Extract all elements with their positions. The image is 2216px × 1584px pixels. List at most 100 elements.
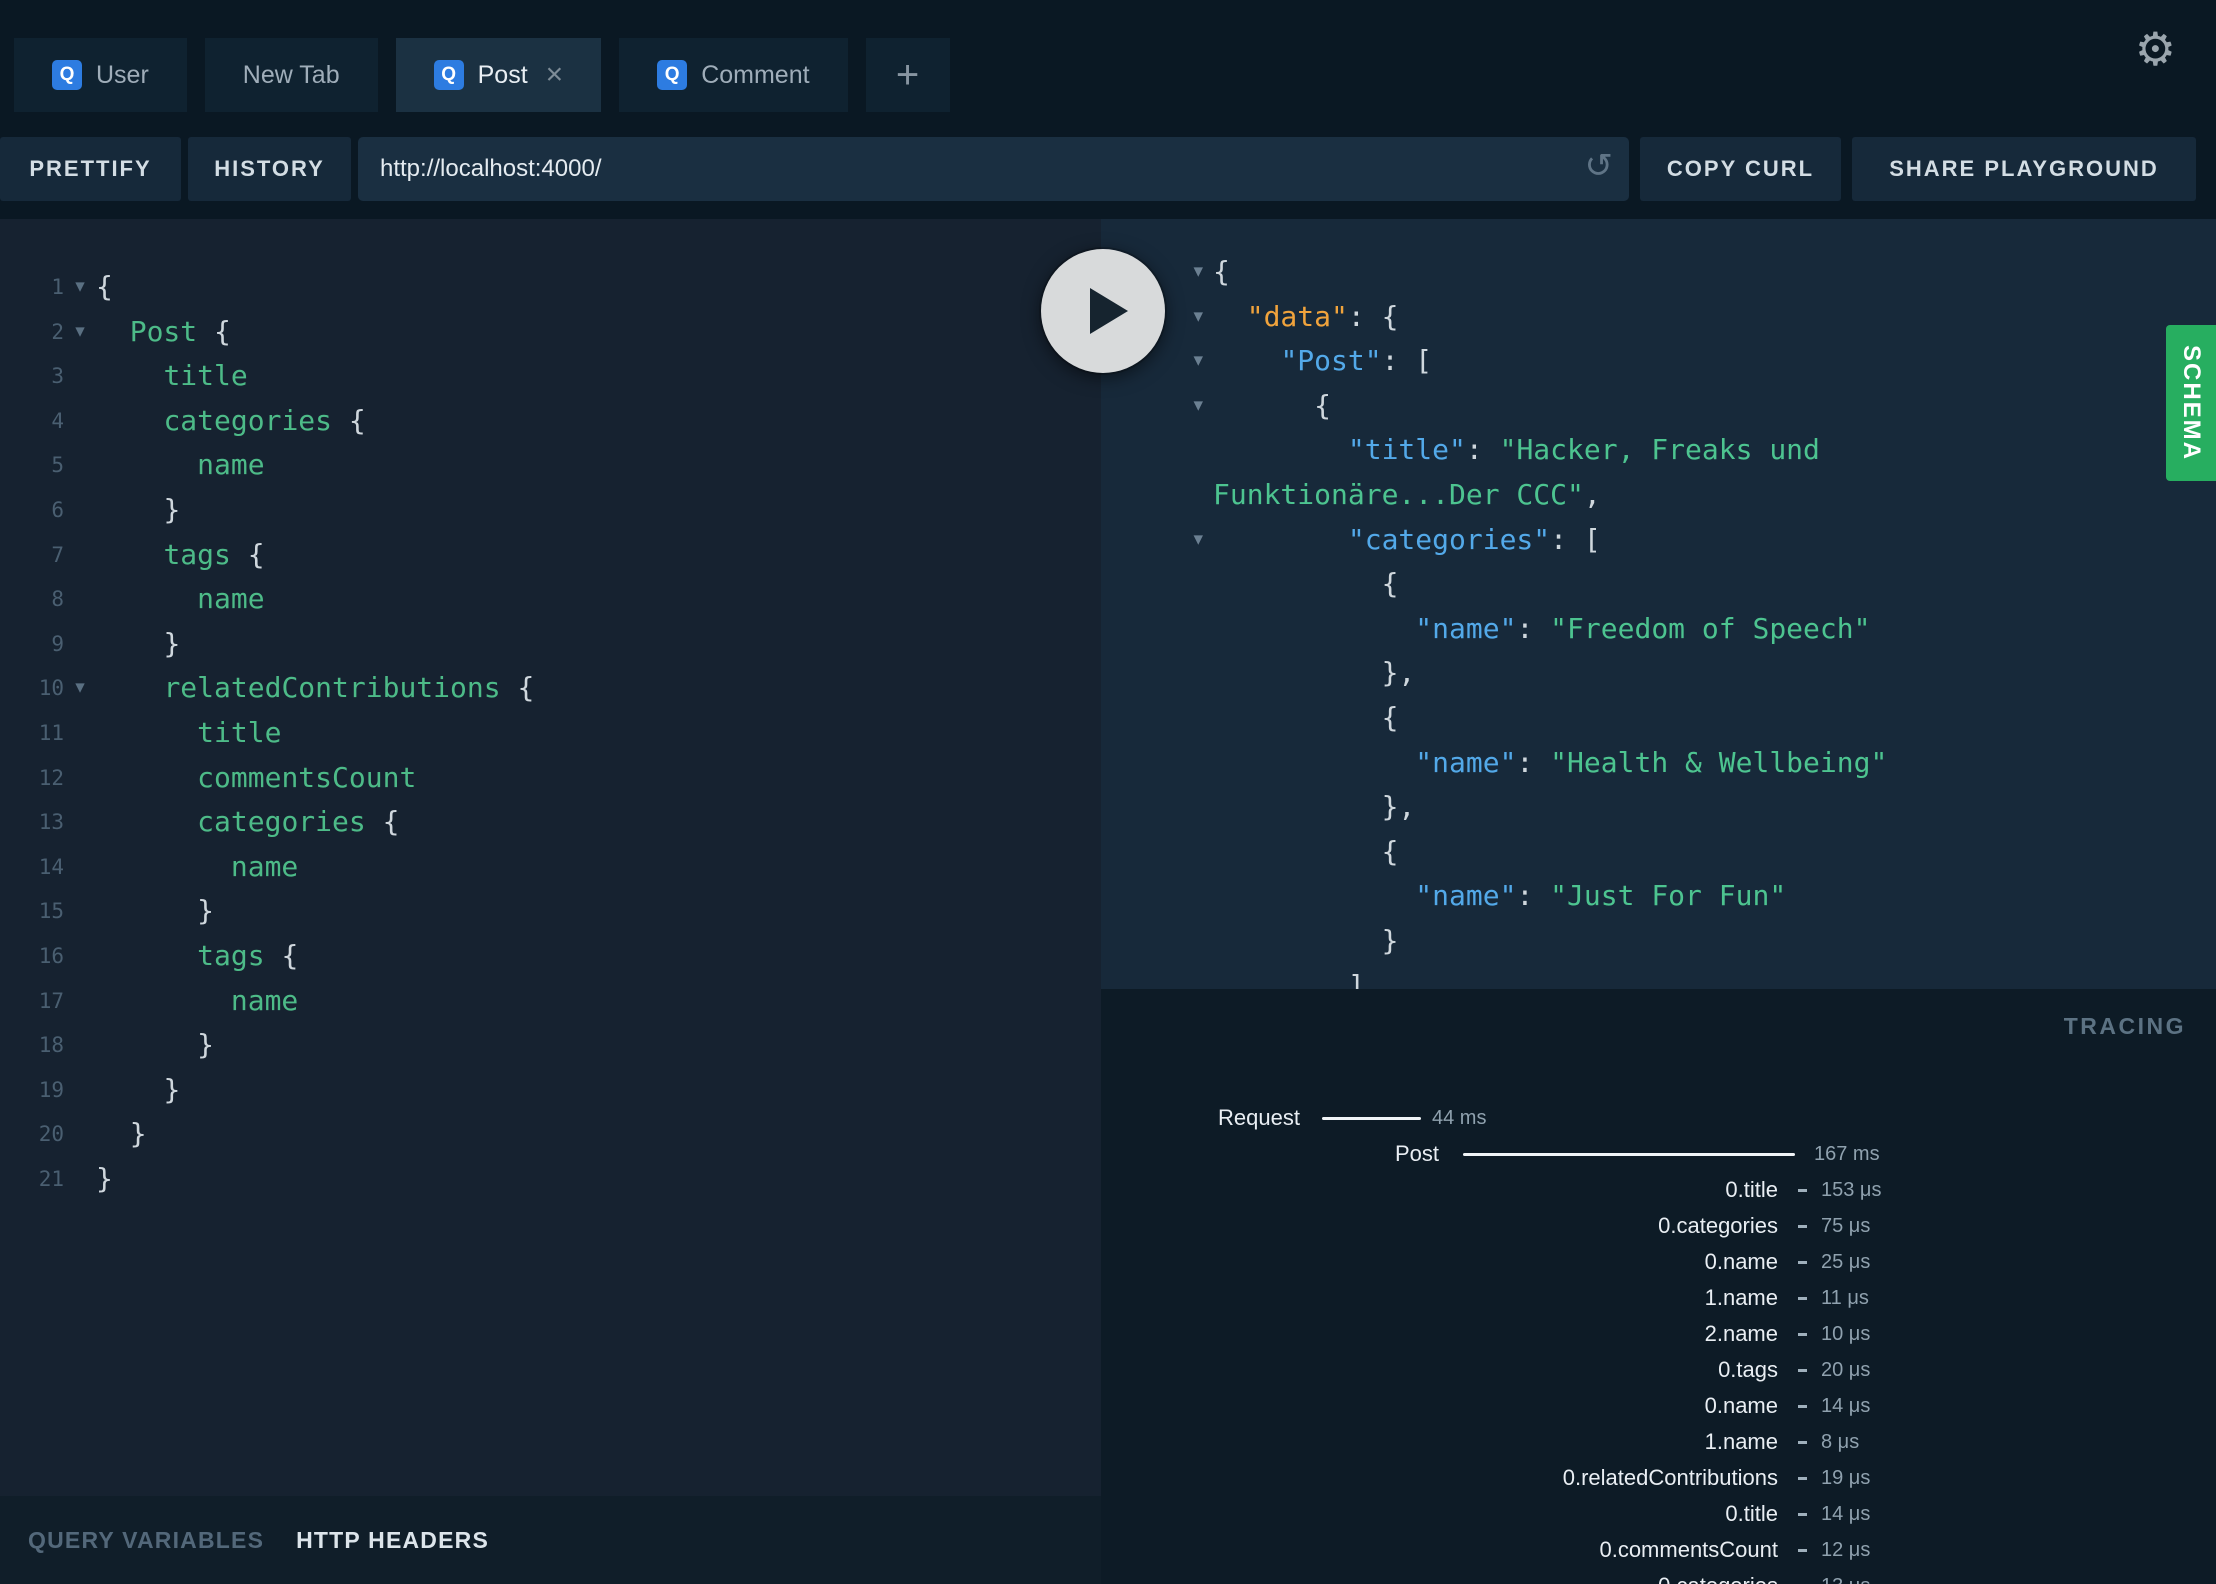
query-line: 20 } bbox=[0, 1112, 1101, 1157]
toolbar: PRETTIFY HISTORY ↺ COPY CURL SHARE PLAYG… bbox=[0, 137, 2216, 201]
tab-label: User bbox=[96, 60, 149, 89]
query-line: 6 } bbox=[0, 488, 1101, 533]
tracing-time: 20 μs bbox=[1821, 1358, 1871, 1381]
code-text: name bbox=[96, 845, 298, 890]
fold-arrow-icon[interactable]: ▾ bbox=[64, 666, 96, 711]
code-token: { bbox=[1381, 834, 1399, 868]
tab-label: Comment bbox=[701, 60, 810, 89]
execute-query-button[interactable] bbox=[1041, 249, 1165, 373]
code-text: "categories": [ bbox=[1213, 518, 1601, 563]
tracing-time: 167 ms bbox=[1814, 1142, 1880, 1165]
collapse-arrow-icon[interactable]: ▾ bbox=[1101, 518, 1213, 563]
tab-comment[interactable]: Q Comment bbox=[619, 38, 848, 112]
code-text: } bbox=[96, 622, 180, 667]
copy-curl-button[interactable]: COPY CURL bbox=[1640, 137, 1841, 201]
query-line: 21} bbox=[0, 1157, 1101, 1202]
tab-bar: Q User New Tab Q Post × Q Comment + bbox=[14, 38, 950, 112]
settings-gear-icon[interactable]: ⚙ bbox=[2135, 26, 2176, 72]
code-token: { bbox=[1381, 700, 1399, 734]
code-text: } bbox=[96, 1112, 147, 1157]
tracing-row: 0.name 14 μs bbox=[1101, 1388, 2216, 1424]
tracing-dash bbox=[1798, 1260, 1807, 1264]
line-number: 21 bbox=[38, 1166, 64, 1191]
add-tab-button[interactable]: + bbox=[865, 38, 950, 112]
endpoint-url-box: ↺ bbox=[358, 137, 1629, 201]
query-line: 4 categories { bbox=[0, 399, 1101, 444]
fold-arrow-icon[interactable]: ▾ bbox=[64, 265, 96, 310]
code-token: name bbox=[230, 983, 299, 1017]
tracing-row: 1.name 8 μs bbox=[1101, 1424, 2216, 1460]
code-token: { bbox=[1381, 567, 1399, 601]
response-line: } bbox=[1101, 919, 2216, 964]
line-number: 15 bbox=[38, 899, 64, 924]
collapse-arrow-icon bbox=[1101, 428, 1213, 473]
code-token: } bbox=[96, 1161, 113, 1195]
tracing-label: 0.name bbox=[1704, 1249, 1778, 1274]
code-token: : { bbox=[1347, 299, 1399, 333]
code-token: , bbox=[1583, 477, 1601, 511]
response-line: { bbox=[1101, 830, 2216, 875]
response-line: "name": "Freedom of Speech" bbox=[1101, 607, 2216, 652]
code-token: }, bbox=[1381, 790, 1416, 824]
response-line: ▾ { bbox=[1101, 384, 2216, 429]
prettify-button[interactable]: PRETTIFY bbox=[0, 137, 181, 201]
line-number: 13 bbox=[38, 810, 64, 835]
code-text: name bbox=[96, 577, 264, 622]
code-token: { bbox=[230, 537, 265, 571]
schema-side-tab[interactable]: SCHEMA bbox=[2166, 325, 2216, 481]
collapse-arrow-icon bbox=[1101, 607, 1213, 652]
response-line: ▾{ bbox=[1101, 250, 2216, 295]
endpoint-url-input[interactable] bbox=[358, 155, 1629, 183]
tracing-row: Request 44 ms bbox=[1101, 1100, 2216, 1136]
http-headers-tab[interactable]: HTTP HEADERS bbox=[296, 1527, 489, 1554]
code-text: } bbox=[96, 488, 180, 533]
code-token: "title" bbox=[1347, 433, 1466, 467]
line-number: 16 bbox=[38, 943, 64, 968]
code-token: name bbox=[197, 448, 265, 482]
play-icon bbox=[1090, 288, 1128, 334]
fold-arrow-icon bbox=[64, 622, 96, 667]
code-token: name bbox=[230, 849, 299, 883]
tab-new-tab[interactable]: New Tab bbox=[204, 38, 378, 112]
history-button[interactable]: HISTORY bbox=[188, 137, 351, 201]
query-variables-tab[interactable]: QUERY VARIABLES bbox=[28, 1527, 264, 1554]
code-token: } bbox=[197, 1028, 215, 1062]
query-line: 2 ▾ Post { bbox=[0, 310, 1101, 355]
tracing-time: 14 μs bbox=[1821, 1502, 1871, 1525]
code-token: "Post" bbox=[1280, 344, 1382, 378]
tab-label: Post bbox=[477, 60, 528, 89]
tracing-label: 0.title bbox=[1725, 1177, 1778, 1202]
tracing-time: 14 μs bbox=[1821, 1394, 1871, 1417]
fold-arrow-icon bbox=[64, 354, 96, 399]
code-token: "data" bbox=[1246, 299, 1348, 333]
fold-arrow-icon bbox=[64, 756, 96, 801]
collapse-arrow-icon[interactable]: ▾ bbox=[1101, 384, 1213, 429]
query-line: 14 name bbox=[0, 845, 1101, 890]
share-playground-button[interactable]: SHARE PLAYGROUND bbox=[1852, 137, 2196, 201]
collapse-arrow-icon bbox=[1101, 562, 1213, 607]
tab-user[interactable]: Q User bbox=[14, 38, 187, 112]
code-text: "name": "Freedom of Speech" bbox=[1213, 607, 1870, 652]
response-line: ▾ "Post": [ bbox=[1101, 339, 2216, 384]
tracing-time: 25 μs bbox=[1821, 1250, 1871, 1273]
tracing-row: 0.name 25 μs bbox=[1101, 1244, 2216, 1280]
line-number: 5 bbox=[51, 453, 64, 478]
line-number: 1 bbox=[51, 275, 64, 299]
fold-arrow-icon[interactable]: ▾ bbox=[64, 310, 96, 355]
tracing-dash bbox=[1798, 1224, 1807, 1228]
fold-arrow-icon bbox=[64, 577, 96, 622]
tracing-duration-bar bbox=[1322, 1116, 1421, 1120]
tracing-dash bbox=[1798, 1476, 1807, 1480]
tracing-time: 75 μs bbox=[1821, 1214, 1871, 1237]
query-line: 15 } bbox=[0, 889, 1101, 934]
tracing-time: 10 μs bbox=[1821, 1322, 1871, 1345]
code-token: Post bbox=[129, 314, 198, 348]
code-text: }, bbox=[1213, 785, 1416, 830]
response-line: ] bbox=[1101, 964, 2216, 990]
code-text: { bbox=[1213, 830, 1399, 875]
query-editor[interactable]: 1 ▾{2 ▾ Post {3 title 4 categories {5 name 6… bbox=[0, 219, 1101, 1201]
code-token: { bbox=[500, 671, 535, 705]
close-tab-icon[interactable]: × bbox=[546, 60, 564, 90]
reload-schema-icon[interactable]: ↺ bbox=[1585, 149, 1614, 183]
tab-post[interactable]: Q Post × bbox=[395, 38, 602, 112]
